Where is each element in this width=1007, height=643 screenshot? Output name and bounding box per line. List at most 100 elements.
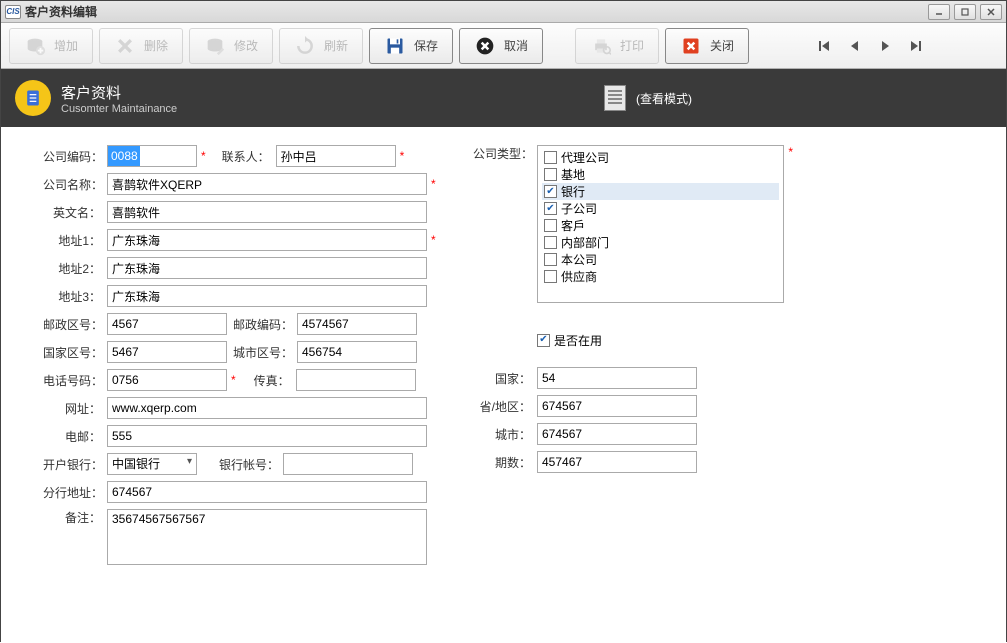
post-code-field[interactable] bbox=[297, 313, 417, 335]
toolbar: 增加 删除 修改 刷新 保存 取消 打印 关闭 bbox=[1, 23, 1006, 69]
period-field[interactable] bbox=[537, 451, 697, 473]
company-type-list[interactable]: 代理公司基地银行子公司客戶内部部门本公司供应商 bbox=[537, 145, 784, 303]
company-type-item[interactable]: 代理公司 bbox=[542, 149, 779, 166]
print-icon bbox=[590, 35, 612, 57]
save-icon bbox=[384, 35, 406, 57]
add-button[interactable]: 增加 bbox=[9, 28, 93, 64]
company-type-item[interactable]: 内部部门 bbox=[542, 234, 779, 251]
country-code-field[interactable] bbox=[107, 341, 227, 363]
modify-label: 修改 bbox=[234, 37, 258, 54]
checkbox-icon[interactable] bbox=[544, 185, 557, 198]
company-type-label: 银行 bbox=[561, 183, 585, 200]
phone-field[interactable] bbox=[107, 369, 227, 391]
label-fax: 传真： bbox=[232, 372, 290, 389]
modify-button[interactable]: 修改 bbox=[189, 28, 273, 64]
city-code-field[interactable] bbox=[297, 341, 417, 363]
company-type-item[interactable]: 子公司 bbox=[542, 200, 779, 217]
window-title: 客户资料编辑 bbox=[25, 3, 928, 20]
close-button[interactable] bbox=[980, 4, 1002, 20]
label-bank: 开户银行： bbox=[43, 456, 101, 473]
checkbox-icon[interactable] bbox=[544, 168, 557, 181]
label-email: 电邮： bbox=[43, 428, 101, 445]
maximize-button[interactable] bbox=[954, 4, 976, 20]
header-subtitle: Cusomter Maintainance bbox=[61, 103, 177, 115]
province-field[interactable] bbox=[537, 395, 697, 417]
company-type-item[interactable]: 供应商 bbox=[542, 268, 779, 285]
label-country-code: 国家区号： bbox=[43, 344, 101, 361]
nav-last-button[interactable] bbox=[905, 36, 925, 56]
checkbox-icon[interactable] bbox=[544, 202, 557, 215]
label-url: 网址： bbox=[43, 400, 101, 417]
label-zone-no: 邮政区号： bbox=[43, 316, 101, 333]
checkbox-icon[interactable] bbox=[544, 270, 557, 283]
print-button[interactable]: 打印 bbox=[575, 28, 659, 64]
company-type-item[interactable]: 客戶 bbox=[542, 217, 779, 234]
delete-button[interactable]: 删除 bbox=[99, 28, 183, 64]
view-mode-label: (查看模式) bbox=[636, 90, 692, 107]
label-contact: 联系人： bbox=[212, 148, 270, 165]
company-type-label: 客戶 bbox=[561, 217, 585, 234]
remark-field[interactable]: 35674567567567 bbox=[107, 509, 427, 565]
in-use-checkbox[interactable] bbox=[537, 334, 550, 347]
checkbox-icon[interactable] bbox=[544, 253, 557, 266]
add-icon bbox=[24, 35, 46, 57]
checkbox-icon[interactable] bbox=[544, 219, 557, 232]
company-type-label: 基地 bbox=[561, 166, 585, 183]
company-type-label: 供应商 bbox=[561, 268, 597, 285]
refresh-icon bbox=[294, 35, 316, 57]
cancel-icon bbox=[474, 35, 496, 57]
close-form-button[interactable]: 关闭 bbox=[665, 28, 749, 64]
minimize-button[interactable] bbox=[928, 4, 950, 20]
label-city-code: 城市区号： bbox=[233, 344, 291, 361]
url-field[interactable] bbox=[107, 397, 427, 419]
nav-first-button[interactable] bbox=[815, 36, 835, 56]
cancel-button[interactable]: 取消 bbox=[459, 28, 543, 64]
cancel-label: 取消 bbox=[504, 37, 528, 54]
addr2-field[interactable] bbox=[107, 257, 427, 279]
city-field[interactable] bbox=[537, 423, 697, 445]
nav-prev-button[interactable] bbox=[845, 36, 865, 56]
save-button[interactable]: 保存 bbox=[369, 28, 453, 64]
label-addr3: 地址3： bbox=[43, 288, 101, 305]
bank-acct-field[interactable] bbox=[283, 453, 413, 475]
nav-next-button[interactable] bbox=[875, 36, 895, 56]
save-label: 保存 bbox=[414, 37, 438, 54]
checkbox-icon[interactable] bbox=[544, 151, 557, 164]
label-addr2: 地址2： bbox=[43, 260, 101, 277]
zone-no-field[interactable] bbox=[107, 313, 227, 335]
label-addr1: 地址1： bbox=[43, 232, 101, 249]
required-mark: * bbox=[201, 149, 206, 163]
refresh-button[interactable]: 刷新 bbox=[279, 28, 363, 64]
contact-field[interactable] bbox=[276, 145, 396, 167]
label-country: 国家： bbox=[473, 370, 531, 387]
company-type-item[interactable]: 银行 bbox=[542, 183, 779, 200]
english-name-field[interactable] bbox=[107, 201, 427, 223]
required-mark: * bbox=[788, 145, 793, 159]
company-type-label: 内部部门 bbox=[561, 234, 609, 251]
required-mark: * bbox=[431, 233, 436, 247]
addr3-field[interactable] bbox=[107, 285, 427, 307]
company-type-item[interactable]: 基地 bbox=[542, 166, 779, 183]
company-code-field[interactable] bbox=[107, 145, 197, 167]
refresh-label: 刷新 bbox=[324, 37, 348, 54]
branch-addr-field[interactable] bbox=[107, 481, 427, 503]
label-bank-acct: 银行帐号： bbox=[219, 456, 277, 473]
country-field[interactable] bbox=[537, 367, 697, 389]
bank-select[interactable]: 中国银行 bbox=[107, 453, 197, 475]
label-company-type: 公司类型： bbox=[473, 145, 531, 162]
page-header: 客户资料 Cusomter Maintainance (查看模式) bbox=[1, 69, 1006, 127]
company-type-item[interactable]: 本公司 bbox=[542, 251, 779, 268]
fax-field[interactable] bbox=[296, 369, 416, 391]
delete-label: 删除 bbox=[144, 37, 168, 54]
email-field[interactable] bbox=[107, 425, 427, 447]
modify-icon bbox=[204, 35, 226, 57]
close-icon bbox=[680, 35, 702, 57]
company-name-field[interactable] bbox=[107, 173, 427, 195]
document-icon bbox=[604, 85, 626, 111]
addr1-field[interactable] bbox=[107, 229, 427, 251]
label-in-use: 是否在用 bbox=[554, 332, 602, 349]
company-type-label: 代理公司 bbox=[561, 149, 609, 166]
label-period: 期数： bbox=[473, 454, 531, 471]
checkbox-icon[interactable] bbox=[544, 236, 557, 249]
label-province: 省/地区： bbox=[473, 398, 531, 415]
